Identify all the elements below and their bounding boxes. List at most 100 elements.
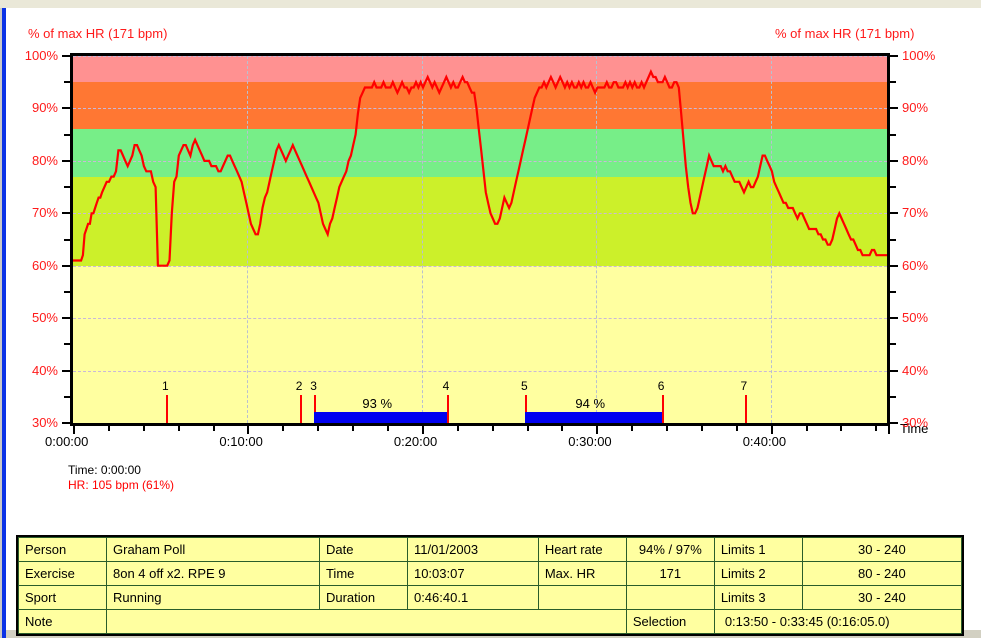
y-tick-label-right: 70% xyxy=(902,205,929,221)
table-field-label: Person xyxy=(18,537,107,562)
y-tick-label-right: 50% xyxy=(902,310,929,326)
table-field-value-note[interactable] xyxy=(106,609,627,634)
y-tick-major-right xyxy=(890,159,898,162)
y-tick-major-left xyxy=(62,55,70,57)
x-tick-end xyxy=(888,425,890,434)
y-tick-label-right: 100% xyxy=(902,48,936,63)
cursor-readout: Time: 0:00:00 HR: 105 bpm (61%) xyxy=(68,463,174,493)
x-tick-major xyxy=(770,425,773,434)
exercise-info-table: Person Graham Poll Date 11/01/2003 Heart rat… xyxy=(16,535,964,636)
x-tick-major xyxy=(596,425,599,434)
table-field-value[interactable]: 30 - 240 xyxy=(801,585,963,610)
x-tick-minor xyxy=(840,425,843,431)
table-field-value[interactable]: Running xyxy=(106,585,320,610)
y-tick-minor-right xyxy=(890,238,896,241)
info-table: Person Graham Poll Date 11/01/2003 Heart rat… xyxy=(18,537,963,634)
lap-marker-label: 4 xyxy=(442,379,450,393)
lap-marker-tick[interactable] xyxy=(744,395,747,423)
lap-marker-label: 6 xyxy=(657,379,665,393)
readout-hr: HR: 105 bpm (61%) xyxy=(68,478,175,492)
table-field-label: Heart rate xyxy=(537,537,627,562)
table-field-value[interactable]: 80 - 240 xyxy=(801,561,963,586)
x-tick-label: 0:40:00 xyxy=(742,434,787,449)
x-tick-label: 0:10:00 xyxy=(219,434,263,449)
table-row: Sport Running Duration 0:46:40.1 Limits 3 30 … xyxy=(18,585,963,610)
table-field-label: Note xyxy=(18,609,107,634)
table-field-label: Sport xyxy=(18,585,107,610)
heart-rate-chart[interactable]: % of max HR (171 bpm) % of max HR (171 b… xyxy=(0,8,981,508)
lap-marker-tick[interactable] xyxy=(299,395,302,423)
lap-marker-label: 5 xyxy=(521,379,528,393)
lap-marker-label: 3 xyxy=(310,379,317,393)
y-tick-label-left: 50% xyxy=(31,310,58,326)
table-field-value[interactable]: 94% / 97% xyxy=(625,537,715,562)
y-tick-minor-right xyxy=(890,343,896,346)
hr-trace-polyline xyxy=(73,68,887,267)
y-tick-minor-right xyxy=(890,395,896,398)
table-field-value[interactable]: 10:03:07 xyxy=(406,561,539,586)
selection-bar-label: 94 % xyxy=(575,396,606,411)
y-tick-label-right: 60% xyxy=(902,257,929,273)
y-tick-major-right xyxy=(890,317,898,320)
x-tick-minor xyxy=(735,425,738,431)
y-tick-major-right xyxy=(890,107,898,110)
x-tick-label: 0:30:00 xyxy=(568,434,612,449)
x-tick-minor xyxy=(526,425,529,431)
y-tick-minor-left xyxy=(64,133,70,136)
table-field-label: Exercise xyxy=(18,561,107,586)
plot-area[interactable]: 1 2 3 4 5 6 7 93 % 94 % xyxy=(70,53,890,426)
lap-marker-tick[interactable] xyxy=(661,395,664,423)
table-row: Note Selection 0:13:50 - 0:33:45 (0:16:05.… xyxy=(18,609,963,634)
y-tick-minor-left xyxy=(64,395,70,398)
readout-time: Time: 0:00:00 xyxy=(68,463,141,477)
plot-inner: 1 2 3 4 5 6 7 93 % 94 % xyxy=(73,56,887,423)
selection-bar[interactable] xyxy=(525,412,662,423)
y-tick-major-right xyxy=(890,369,898,372)
selection-bar[interactable] xyxy=(314,412,447,423)
table-field-value[interactable] xyxy=(625,585,715,610)
y-tick-major-right xyxy=(890,212,898,215)
y-tick-minor-left xyxy=(64,290,70,293)
y-tick-major-left xyxy=(62,422,70,424)
y-tick-label-left: 80% xyxy=(31,152,58,168)
table-field-value[interactable]: Graham Poll xyxy=(106,537,320,562)
table-field-value[interactable]: 30 - 240 xyxy=(801,537,963,562)
table-field-value-selection[interactable]: 0:13:50 - 0:33:45 (0:16:05.0) xyxy=(713,609,963,634)
y-tick-major-right xyxy=(890,422,898,424)
table-field-value[interactable]: 171 xyxy=(625,561,715,586)
table-field-label: Duration xyxy=(318,585,408,610)
x-tick-minor xyxy=(875,425,878,431)
x-tick-minor xyxy=(805,425,808,431)
table-field-value[interactable]: 8on 4 off x2. RPE 9 xyxy=(106,561,320,586)
x-tick-minor xyxy=(142,425,145,431)
x-tick-minor xyxy=(352,425,355,431)
lap-marker-tick[interactable] xyxy=(446,395,449,423)
y-tick-major-left xyxy=(62,159,70,162)
application-window: % of max HR (171 bpm) % of max HR (171 b… xyxy=(0,0,981,638)
lap-marker-label: 2 xyxy=(295,379,303,393)
y-tick-label-right: 80% xyxy=(902,152,929,168)
x-tick-minor xyxy=(700,425,703,431)
x-tick-minor xyxy=(212,425,215,431)
top-strip xyxy=(0,0,981,8)
table-field-label: Date xyxy=(318,537,408,562)
y-tick-label-left: 100% xyxy=(24,48,58,63)
x-tick-minor xyxy=(386,425,389,431)
table-field-label: Limits 1 xyxy=(713,537,803,562)
x-tick-minor xyxy=(491,425,494,431)
table-field-value[interactable]: 11/01/2003 xyxy=(406,537,539,562)
x-tick-major xyxy=(421,425,424,434)
hr-trace xyxy=(73,68,887,267)
y-tick-minor-right xyxy=(890,290,896,293)
table-field-value[interactable]: 0:46:40.1 xyxy=(406,585,539,610)
lap-marker-tick[interactable] xyxy=(166,395,169,423)
y-tick-label-left: 40% xyxy=(31,362,58,378)
y-tick-minor-left xyxy=(64,186,70,189)
y-tick-label-left: 30% xyxy=(31,415,58,430)
x-tick-minor xyxy=(456,425,459,431)
x-tick-minor xyxy=(317,425,320,431)
x-tick-minor xyxy=(282,425,285,431)
x-tick-minor xyxy=(107,425,110,431)
y-tick-minor-left xyxy=(64,238,70,241)
table-field-label: Max. HR xyxy=(537,561,627,586)
